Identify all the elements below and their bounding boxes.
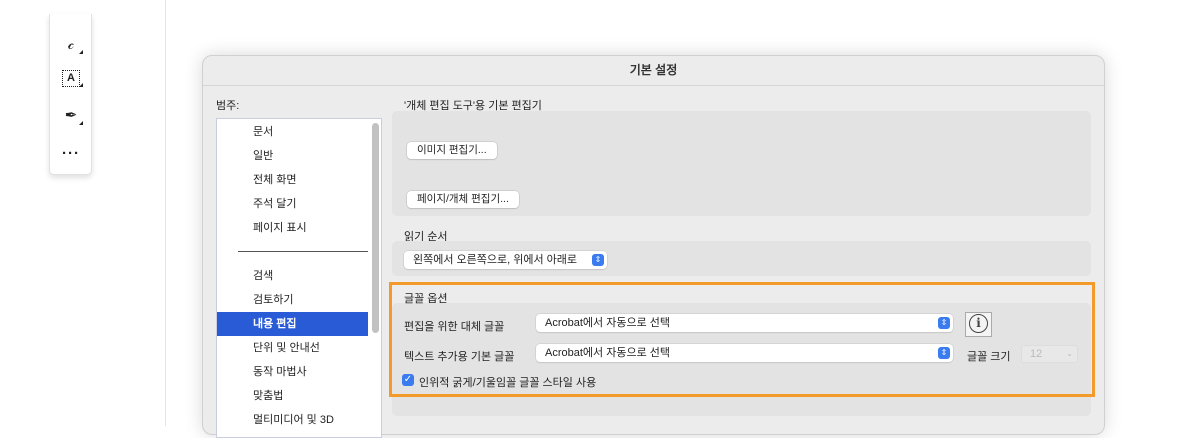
stepper-icon: ⇕	[592, 254, 604, 266]
preferences-dialog: 기본 설정 범주: 문서 일반 전체 화면 주석 달기 페이지 표시 검색 검토…	[202, 55, 1105, 438]
highlight-box	[389, 282, 1095, 397]
tool-panel: 𝒸 A ✒ ···	[49, 14, 92, 175]
category-list[interactable]: 문서 일반 전체 화면 주석 달기 페이지 표시 검색 검토하기 내용 편집 단…	[216, 118, 382, 438]
page-object-editor-button[interactable]: 페이지/개체 편집기...	[407, 191, 519, 208]
lasso-icon[interactable]: 𝒸	[58, 32, 84, 56]
category-label: 범주:	[216, 100, 240, 112]
category-item[interactable]: 문서	[217, 120, 368, 144]
page-edge-divider	[165, 0, 166, 426]
category-item[interactable]: 페이지 표시	[217, 216, 368, 240]
list-divider	[238, 251, 368, 252]
category-item[interactable]: 일반	[217, 144, 368, 168]
more-icon[interactable]: ···	[58, 142, 84, 166]
list-scrollbar[interactable]	[372, 123, 379, 333]
category-item[interactable]: 맞춤법	[217, 384, 368, 408]
category-item[interactable]: 검색	[217, 264, 368, 288]
category-item[interactable]: 단위 및 안내선	[217, 336, 368, 360]
dialog-title: 기본 설정	[203, 56, 1104, 86]
category-item[interactable]: 동작 마법사	[217, 360, 368, 384]
image-editor-button[interactable]: 이미지 편집기...	[407, 142, 497, 159]
reading-order-select[interactable]: 왼쪽에서 오른쪽으로, 위에서 아래로 ⇕	[404, 251, 607, 269]
pen-signature-icon[interactable]: ✒	[58, 103, 84, 127]
category-item[interactable]: 전체 화면	[217, 168, 368, 192]
category-item-selected[interactable]: 내용 편집	[217, 312, 368, 336]
reading-order-value: 왼쪽에서 오른쪽으로, 위에서 아래로	[413, 254, 578, 266]
category-item[interactable]: 검토하기	[217, 288, 368, 312]
text-select-icon[interactable]: A	[58, 65, 84, 89]
category-item[interactable]: 주석 달기	[217, 192, 368, 216]
category-item[interactable]: 멀티미디어 및 3D	[217, 408, 368, 432]
